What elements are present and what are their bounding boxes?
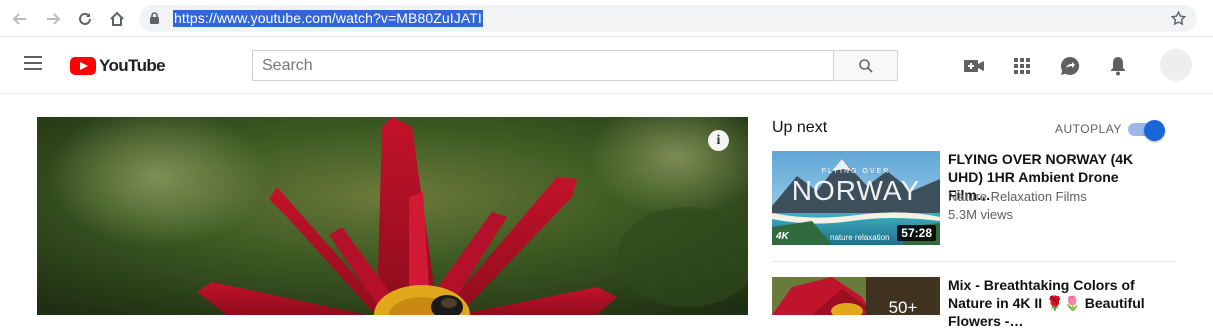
browser-toolbar: https://www.youtube.com/watch?v=MB80ZuIJ… [0,0,1213,37]
search-button[interactable] [833,50,898,81]
logo-wordmark: YouTube [99,56,166,75]
thumbnail-title-text: NORWAY [791,175,921,206]
apps-grid-icon [1014,58,1030,74]
back-button[interactable] [9,8,31,30]
reload-button[interactable] [74,8,96,30]
reload-icon [79,12,91,25]
divider [772,261,1175,262]
apps-button[interactable] [1010,54,1034,78]
video-thumbnail-mix[interactable]: 50+ [772,277,940,315]
home-button[interactable] [106,8,128,30]
thumbnail-brand-text: nature relaxation [830,233,890,242]
guide-menu-icon[interactable] [24,56,44,72]
search-input[interactable] [253,51,834,80]
notifications-button[interactable] [1106,54,1130,78]
home-icon [110,11,124,26]
thumbnail-small-caption: FLYING OVER [821,168,891,175]
info-icon[interactable]: i [708,130,729,151]
search-field[interactable] [252,50,834,81]
search-icon [858,58,873,73]
playlist-count: 50+ [888,298,918,315]
autoplay-label: AUTOPLAY [1055,122,1122,136]
forward-arrow-icon [47,13,61,25]
toggle-knob [1144,120,1165,141]
forward-button[interactable] [42,8,64,30]
url-text[interactable]: https://www.youtube.com/watch?v=MB80ZuIJ… [173,10,483,27]
youtube-masthead: YouTube [0,37,1213,94]
video-title[interactable]: Mix - Breathtaking Colors of Nature in 4… [948,276,1163,330]
video-thumbnail-norway[interactable]: FLYING OVER NORWAY 4K nature relaxation … [772,151,940,245]
video-duration: 57:28 [897,225,936,241]
youtube-logo[interactable]: YouTube [70,56,166,76]
create-video-button[interactable] [962,54,986,78]
thumbnail-4k-badge: 4K [776,231,789,242]
lock-icon [150,12,159,24]
address-bar[interactable]: https://www.youtube.com/watch?v=MB80ZuIJ… [139,5,1197,32]
autoplay-toggle[interactable] [1128,120,1166,141]
video-frame-flower [37,117,748,315]
back-arrow-icon [12,13,26,25]
share-chat-icon [1060,56,1080,75]
avatar[interactable] [1160,49,1192,81]
video-player[interactable] [37,117,748,315]
video-camera-plus-icon [964,60,984,72]
video-views: 5.3M views [948,207,1014,222]
bell-icon [1111,57,1125,76]
up-next-heading: Up next [772,119,828,136]
bookmark-star-icon[interactable] [1170,10,1187,27]
youtube-play-icon [70,57,96,75]
messages-button[interactable] [1058,54,1082,78]
video-channel[interactable]: Nature Relaxation Films [948,189,1087,204]
